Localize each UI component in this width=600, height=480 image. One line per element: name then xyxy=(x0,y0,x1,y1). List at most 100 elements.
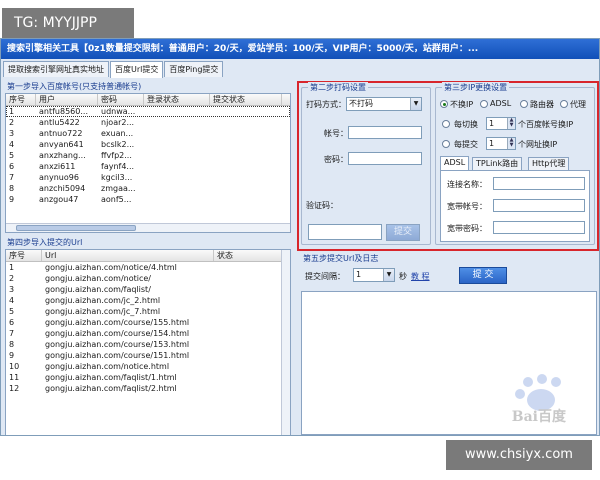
table-cell: bcslk2... xyxy=(101,140,135,149)
accounts-grid[interactable]: 序号 用户 密码 登录状态 提交状态 1 antfu8560... udnwa...… xyxy=(5,93,291,233)
radio-no-ip-change[interactable] xyxy=(440,100,448,108)
table-row[interactable]: 6 anxzi611 faynf4... xyxy=(6,161,290,172)
subtab-http-proxy[interactable]: Http代理 xyxy=(528,157,570,170)
col-user[interactable]: 用户 xyxy=(36,94,98,105)
table-cell xyxy=(214,317,282,328)
tab-baidu-url-submit[interactable]: 百度Url提交 xyxy=(110,61,164,78)
table-row[interactable]: 4 gongju.aizhan.com/jc_2.html xyxy=(6,295,290,306)
step1-title: 第一步导入百度帐号(只支持普通帐号) xyxy=(7,82,142,91)
captcha-account-input[interactable] xyxy=(348,126,422,139)
log-area[interactable]: Bai百度 xyxy=(301,291,597,435)
table-cell: anxzi611 xyxy=(39,162,76,171)
col-url-status[interactable]: 状态 xyxy=(214,250,282,261)
table-row[interactable]: 7 gongju.aizhan.com/course/154.html xyxy=(6,328,290,339)
urls-grid[interactable]: 序号 Url 状态 1 gongju.aizhan.com/notice/4.ht… xyxy=(5,249,291,435)
table-row[interactable]: 7 anynuo96 kgcil3... xyxy=(6,172,290,183)
table-row[interactable]: 8 anzchi5094 zmgaa... xyxy=(6,183,290,194)
table-row[interactable]: 3 antnuo722 exuan... xyxy=(6,128,290,139)
table-cell: 9 xyxy=(9,195,15,204)
radio-switch-per-url[interactable] xyxy=(442,140,450,148)
col-url-index[interactable]: 序号 xyxy=(6,250,42,261)
radio-switch-per-account[interactable] xyxy=(442,120,450,128)
bb-account-input[interactable] xyxy=(493,199,585,212)
tab-baidu-ping-submit[interactable]: 百度Ping提交 xyxy=(164,61,224,77)
ip-settings-group: 第三步IP更换设置 不换IP ADSL 路由器 代理 每切换 1 ▲ ▼ 个百度帐… xyxy=(435,82,595,245)
urls-vscroll[interactable] xyxy=(281,250,290,435)
site-watermark: www.chsiyx.com xyxy=(446,440,592,470)
switch-per-account-spinner[interactable]: 1 ▲ ▼ xyxy=(486,117,516,130)
col-url[interactable]: Url xyxy=(42,250,214,261)
switch-per-url-spinner[interactable]: 1 ▲ ▼ xyxy=(486,137,516,150)
col-password[interactable]: 密码 xyxy=(98,94,144,105)
table-cell: 1 xyxy=(9,107,15,116)
table-row[interactable]: 8 gongju.aizhan.com/course/153.html xyxy=(6,339,290,350)
table-cell: gongju.aizhan.com/faqlist/2.html xyxy=(45,384,177,393)
table-row[interactable]: 6 gongju.aizhan.com/course/155.html xyxy=(6,317,290,328)
table-cell xyxy=(144,161,210,172)
table-cell: gongju.aizhan.com/course/153.html xyxy=(45,340,190,349)
table-cell xyxy=(144,150,210,161)
col-login-status[interactable]: 登录状态 xyxy=(144,94,210,105)
table-row[interactable]: 9 anzgou47 aonf5... xyxy=(6,194,290,205)
table-row[interactable]: 10 gongju.aizhan.com/notice.html xyxy=(6,361,290,372)
table-cell xyxy=(144,139,210,150)
bb-password-input[interactable] xyxy=(493,221,585,234)
table-row[interactable]: 5 gongju.aizhan.com/jc_7.html xyxy=(6,306,290,317)
switch-per-account-suffix: 个百度帐号换IP xyxy=(518,120,574,129)
table-cell: exuan... xyxy=(101,129,134,138)
table-cell xyxy=(214,383,282,394)
tab-extract-url[interactable]: 提取搜索引擎网址真实地址 xyxy=(3,61,109,77)
table-cell: gongju.aizhan.com/course/151.html xyxy=(45,351,190,360)
table-cell: anynuo96 xyxy=(39,173,79,182)
table-cell xyxy=(214,361,282,372)
seconds-label: 秒 xyxy=(399,272,407,281)
captcha-code-input[interactable] xyxy=(308,224,382,240)
table-cell xyxy=(210,106,282,117)
table-cell xyxy=(144,172,210,183)
submit-interval-value: 1 xyxy=(356,270,362,279)
table-row[interactable]: 1 antfu8560... udnwa... xyxy=(6,106,290,117)
captcha-password-input[interactable] xyxy=(348,152,422,165)
table-cell xyxy=(210,139,282,150)
table-cell: 4 xyxy=(9,140,15,149)
subtab-tplink[interactable]: TPLink路由 xyxy=(472,157,523,170)
table-cell: 2 xyxy=(9,274,15,283)
table-row[interactable]: 4 anvyan641 bcslk2... xyxy=(6,139,290,150)
table-cell: kgcil3... xyxy=(101,173,133,182)
table-row[interactable]: 5 anxzhang... ffvfp2... xyxy=(6,150,290,161)
table-row[interactable]: 11 gongju.aizhan.com/faqlist/1.html xyxy=(6,372,290,383)
switch-per-url-value: 1 xyxy=(489,139,495,148)
captcha-mode-select[interactable]: 不打码 ▼ xyxy=(346,97,422,111)
table-row[interactable]: 12 gongju.aizhan.com/faqlist/2.html xyxy=(6,383,290,394)
spinner-arrows-icon[interactable]: ▲ ▼ xyxy=(507,138,515,149)
spinner-arrows-icon[interactable]: ▲ ▼ xyxy=(507,118,515,129)
col-index[interactable]: 序号 xyxy=(6,94,36,105)
subtab-adsl[interactable]: ADSL xyxy=(440,156,470,170)
submit-interval-label: 提交间隔： xyxy=(305,272,345,281)
adsl-panel: 连接名称： 宽带帐号： 宽带密码： xyxy=(440,170,590,242)
accounts-hscroll[interactable] xyxy=(6,223,290,232)
captcha-settings-group: 第二步打码设置 打码方式： 不打码 ▼ 帐号： 密码： 验证码： 提交 xyxy=(301,82,431,245)
bb-account-label: 宽带帐号： xyxy=(447,202,487,211)
table-cell: 6 xyxy=(9,318,15,327)
table-row[interactable]: 3 gongju.aizhan.com/faqlist/ xyxy=(6,284,290,295)
table-row[interactable]: 9 gongju.aizhan.com/course/151.html xyxy=(6,350,290,361)
table-cell: anxzhang... xyxy=(39,151,86,160)
table-cell: 11 xyxy=(9,373,20,382)
col-submit-status[interactable]: 提交状态 xyxy=(210,94,282,105)
table-row[interactable]: 2 gongju.aizhan.com/notice/ xyxy=(6,273,290,284)
switch-per-account-label: 每切换 xyxy=(454,120,478,129)
table-cell xyxy=(210,150,282,161)
table-cell xyxy=(144,183,210,194)
submit-interval-select[interactable]: 1 ▼ xyxy=(353,268,395,282)
radio-adsl[interactable] xyxy=(480,100,488,108)
url-submit-button[interactable]: 提 交 xyxy=(459,267,507,284)
table-row[interactable]: 1 gongju.aizhan.com/notice/4.html xyxy=(6,262,290,273)
radio-proxy[interactable] xyxy=(560,100,568,108)
table-row[interactable]: 2 antlu5422 njoar2... xyxy=(6,117,290,128)
radio-router[interactable] xyxy=(520,100,528,108)
tutorial-link[interactable]: 教 程 xyxy=(411,271,430,282)
accounts-hscroll-thumb[interactable] xyxy=(16,225,136,231)
conn-name-input[interactable] xyxy=(493,177,585,190)
captcha-submit-button[interactable]: 提交 xyxy=(386,224,420,241)
